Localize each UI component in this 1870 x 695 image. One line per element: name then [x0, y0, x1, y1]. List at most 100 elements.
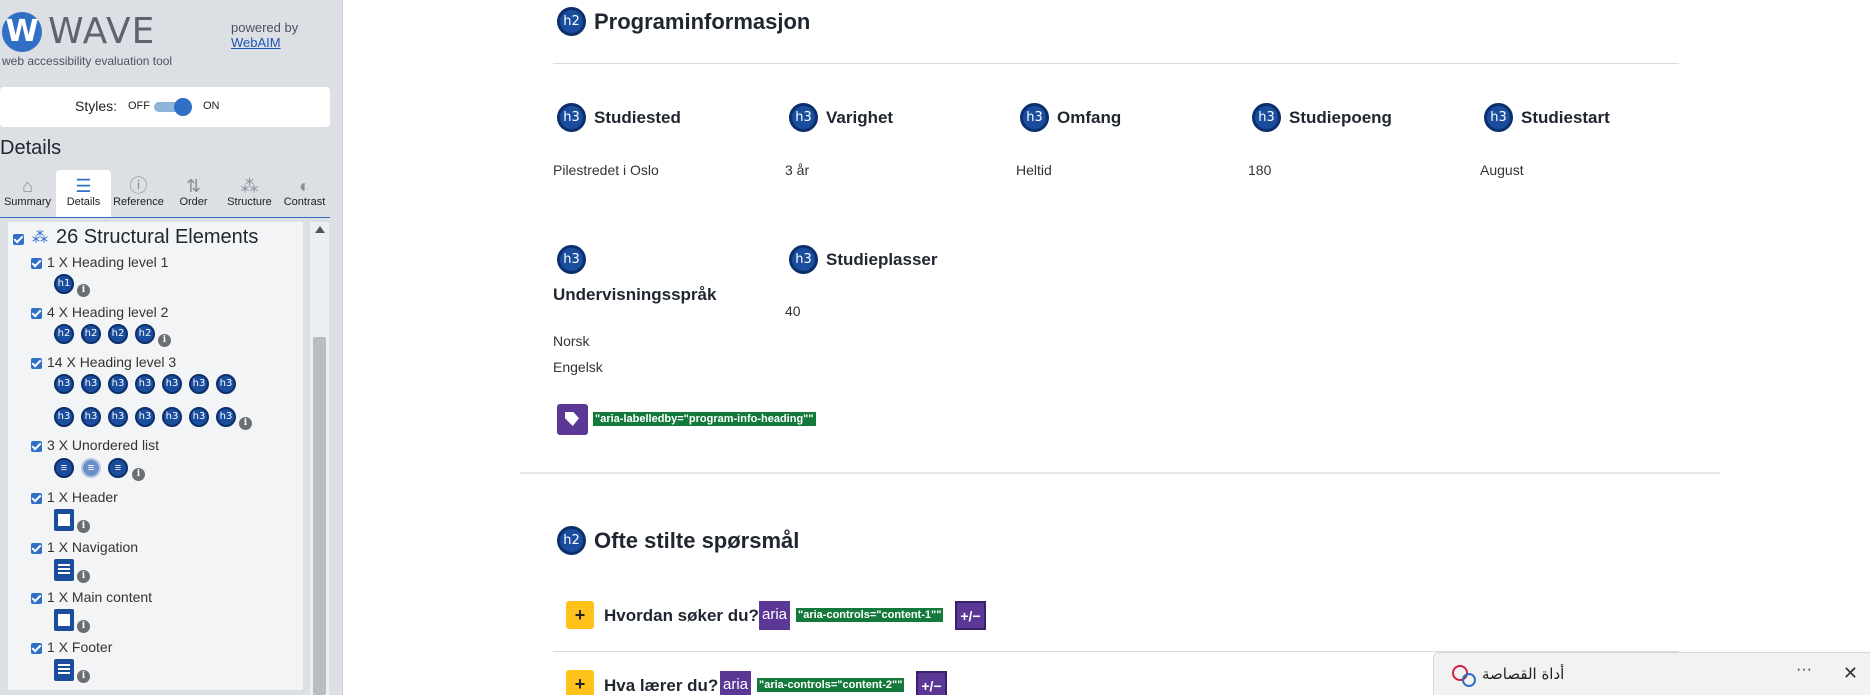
- item-label-header: 1 X Header: [47, 489, 118, 505]
- h2-badge-icon[interactable]: h2: [557, 7, 586, 36]
- expand-toggle-icon[interactable]: +/−: [916, 671, 947, 695]
- aria-controls-code: "aria-controls="content-2"": [757, 678, 905, 692]
- aria-icon[interactable]: aria: [720, 671, 751, 695]
- snipping-tool-toast[interactable]: أداة القصاصة ··· ✕: [1433, 652, 1870, 695]
- powered-by-text: powered by: [231, 20, 299, 35]
- contrast-icon: ◐: [299, 176, 310, 196]
- faq-expand-button[interactable]: +: [566, 670, 594, 695]
- h3-badge-icon[interactable]: h3: [81, 407, 101, 427]
- snipping-tool-icon: [1452, 665, 1476, 687]
- item-checkbox-h2[interactable]: [31, 308, 42, 319]
- card-bottom-border: [520, 472, 1720, 474]
- item-checkbox-main[interactable]: [31, 593, 42, 604]
- aria-labelledby-code: "aria-labelledby="program-info-heading"": [593, 412, 816, 426]
- info-icon[interactable]: i: [77, 670, 90, 683]
- category-checkbox[interactable]: [13, 234, 24, 245]
- info-icon[interactable]: i: [158, 334, 171, 347]
- styles-off-label: OFF: [128, 100, 150, 112]
- styles-toggle-panel: Styles: OFF ON: [0, 87, 330, 127]
- h2-badge-icon[interactable]: h2: [135, 324, 155, 344]
- header-icon[interactable]: [54, 509, 74, 531]
- h3-badge-icon[interactable]: h3: [135, 374, 155, 394]
- h3-badge-icon[interactable]: h3: [189, 374, 209, 394]
- info-icon[interactable]: i: [77, 284, 90, 297]
- toggle-knob: [174, 98, 192, 116]
- faq-question[interactable]: Hva lærer du?: [604, 676, 718, 695]
- h3-badge-icon[interactable]: h3: [108, 374, 128, 394]
- tab-details[interactable]: ☰ Details: [56, 170, 111, 217]
- navigation-icon[interactable]: [54, 559, 74, 581]
- h3-badge-icon[interactable]: h3: [162, 374, 182, 394]
- item-checkbox-h1[interactable]: [31, 258, 42, 269]
- h2-badge-icon[interactable]: h2: [81, 324, 101, 344]
- tab-reference[interactable]: ⓘ Reference: [111, 170, 166, 217]
- wave-logo[interactable]: W WAVE web accessibility evaluation tool: [0, 8, 200, 70]
- webaim-link[interactable]: WebAIM: [231, 35, 298, 50]
- info-icon[interactable]: i: [239, 417, 252, 430]
- styles-toggle[interactable]: [154, 98, 194, 116]
- list-icon: ☰: [75, 176, 92, 196]
- tab-reference-label: Reference: [113, 196, 164, 208]
- field-label: Studiepoeng: [1289, 108, 1392, 127]
- info-icon[interactable]: i: [77, 520, 90, 533]
- divider: [553, 63, 1679, 64]
- panel-scrollbar[interactable]: [310, 222, 329, 695]
- info-icon[interactable]: i: [77, 620, 90, 633]
- h3-badge-icon[interactable]: h3: [557, 245, 586, 274]
- aria-label-tag-icon[interactable]: [557, 404, 588, 435]
- item-label-footer: 1 X Footer: [47, 639, 113, 655]
- tab-order-label: Order: [179, 196, 208, 208]
- item-checkbox-h3[interactable]: [31, 358, 42, 369]
- h3-badge-icon[interactable]: h3: [162, 407, 182, 427]
- h3-badge-icon[interactable]: h3: [216, 407, 236, 427]
- h3-badge-icon[interactable]: h3: [1020, 103, 1049, 132]
- item-checkbox-header[interactable]: [31, 493, 42, 504]
- aria-controls-code: "aria-controls="content-1"": [796, 608, 944, 622]
- h3-badge-icon[interactable]: h3: [54, 407, 74, 427]
- h2-badge-icon[interactable]: h2: [557, 526, 586, 555]
- field-label: Studieplasser: [826, 250, 938, 269]
- item-label-main: 1 X Main content: [47, 589, 153, 605]
- h3-badge-icon[interactable]: h3: [1484, 103, 1513, 132]
- field-value: 40: [785, 303, 801, 319]
- list-icon[interactable]: ≡: [81, 458, 101, 478]
- footer-icon[interactable]: [54, 659, 74, 681]
- aria-icon[interactable]: aria: [759, 601, 790, 630]
- item-checkbox-ul[interactable]: [31, 441, 42, 452]
- main-content-icon[interactable]: [54, 609, 74, 631]
- h2-badge-icon[interactable]: h2: [108, 324, 128, 344]
- h3-badge-icon[interactable]: h3: [81, 374, 101, 394]
- item-checkbox-navigation[interactable]: [31, 543, 42, 554]
- expand-toggle-icon[interactable]: +/−: [955, 601, 986, 630]
- info-icon[interactable]: i: [132, 468, 145, 481]
- scroll-up-arrow-icon[interactable]: [315, 226, 325, 233]
- h1-badge-icon[interactable]: h1: [54, 274, 74, 294]
- faq-expand-button[interactable]: +: [566, 601, 594, 629]
- field-value: Pilestredet i Oslo: [553, 162, 659, 178]
- field-value: Engelsk: [553, 359, 603, 375]
- h3-badge-icon[interactable]: h3: [135, 407, 155, 427]
- tab-structure[interactable]: ⁂ Structure: [222, 170, 277, 217]
- h3-badge-icon[interactable]: h3: [557, 103, 586, 132]
- h3-badge-icon[interactable]: h3: [789, 103, 818, 132]
- close-icon[interactable]: ✕: [1843, 663, 1858, 684]
- list-icon[interactable]: ≡: [108, 458, 128, 478]
- tab-order[interactable]: ⇅ Order: [166, 170, 221, 217]
- info-icon[interactable]: i: [77, 570, 90, 583]
- item-checkbox-footer[interactable]: [31, 643, 42, 654]
- field-value: August: [1480, 162, 1524, 178]
- h3-badge-icon[interactable]: h3: [1252, 103, 1281, 132]
- faq-question[interactable]: Hvordan søker du?: [604, 606, 759, 626]
- h3-badge-icon[interactable]: h3: [108, 407, 128, 427]
- more-options-icon[interactable]: ···: [1796, 661, 1812, 679]
- h3-badge-icon[interactable]: h3: [789, 245, 818, 274]
- tab-summary[interactable]: ⌂ Summary: [0, 170, 55, 217]
- h3-badge-icon[interactable]: h3: [216, 374, 236, 394]
- field-label: Varighet: [826, 108, 894, 127]
- h3-badge-icon[interactable]: h3: [189, 407, 209, 427]
- scroll-thumb[interactable]: [313, 337, 326, 695]
- h3-badge-icon[interactable]: h3: [54, 374, 74, 394]
- list-icon[interactable]: ≡: [54, 458, 74, 478]
- tab-contrast[interactable]: ◐ Contrast: [277, 170, 332, 217]
- h2-badge-icon[interactable]: h2: [54, 324, 74, 344]
